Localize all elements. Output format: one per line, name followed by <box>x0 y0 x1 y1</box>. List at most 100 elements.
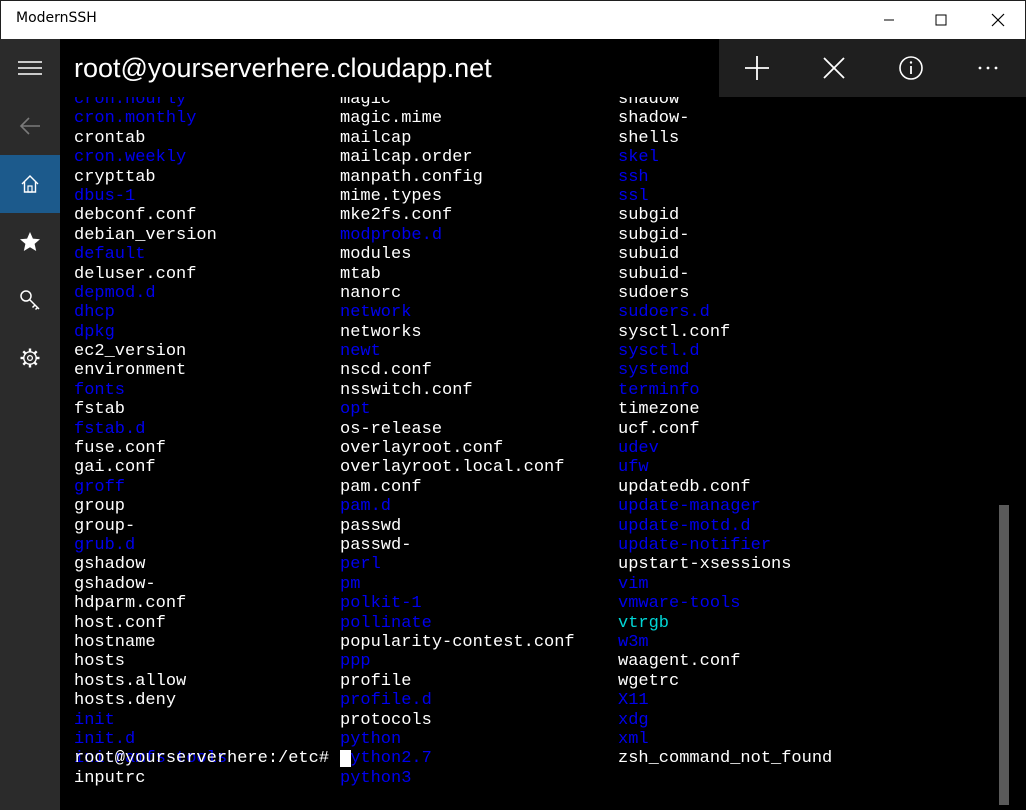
sidebar-item-home[interactable] <box>0 155 60 213</box>
listing-entry: terminfo <box>618 380 700 400</box>
info-button[interactable] <box>873 39 950 97</box>
listing-entry: overlayroot.local.conf <box>340 458 565 478</box>
listing-entry: pam.d <box>340 497 392 517</box>
listing-entry: mime.types <box>340 186 443 206</box>
listing-entry: host.conf <box>74 613 166 633</box>
listing-entry: os-release <box>340 419 443 439</box>
terminal-scrollbar[interactable] <box>996 97 1011 810</box>
listing-entry: environment <box>74 361 187 381</box>
listing-entry: ppp <box>340 652 371 672</box>
listing-entry: python3 <box>340 768 412 788</box>
sidebar-item-settings[interactable] <box>0 329 60 387</box>
close-icon <box>991 13 1005 27</box>
listing-entry: gai.conf <box>74 458 156 478</box>
window-title: ModernSSH <box>16 10 97 26</box>
listing-entry: network <box>340 303 412 323</box>
listing-entry: updatedb.conf <box>618 477 751 497</box>
listing-entry: pm <box>340 574 361 594</box>
close-button[interactable] <box>975 1 1021 39</box>
listing-entry: crypttab <box>74 167 156 187</box>
listing-entry: crontab <box>74 128 146 148</box>
home-icon <box>21 175 39 193</box>
listing-entry: wgetrc <box>618 671 680 691</box>
text-cursor <box>340 750 352 768</box>
listing-entry: profile.d <box>340 691 432 711</box>
listing-entry: sudoers.d <box>618 303 710 323</box>
listing-entry: update-manager <box>618 497 761 517</box>
listing-entry: vim <box>618 574 649 594</box>
terminal-output[interactable]: cron.hourly cron.monthly crontab cron.weekl… <box>60 39 1026 810</box>
listing-entry: subgid- <box>618 225 690 245</box>
maximize-icon <box>935 14 947 26</box>
listing-entry: popularity-contest.conf <box>340 632 575 652</box>
listing-entry: pam.conf <box>340 477 422 497</box>
listing-entry: mailcap.order <box>340 148 473 168</box>
session-toolbar <box>719 39 1026 97</box>
listing-entry: gshadow- <box>74 574 156 594</box>
listing-entry: mailcap <box>340 128 412 148</box>
listing-entry: grub.d <box>74 535 136 555</box>
listing-entry: newt <box>340 342 381 362</box>
listing-entry: sudoers <box>618 283 690 303</box>
listing-entry: xml <box>618 729 649 749</box>
listing-entry: manpath.config <box>340 167 483 187</box>
listing-entry: debian_version <box>74 225 217 245</box>
listing-entry: nanorc <box>340 283 402 303</box>
more-button[interactable] <box>949 39 1026 97</box>
listing-entry: ssl <box>618 186 649 206</box>
listing-entry: hdparm.conf <box>74 594 187 614</box>
new-session-button[interactable] <box>719 39 796 97</box>
listing-column-1: cron.hourly cron.monthly crontab cron.weekl… <box>74 90 227 788</box>
sidebar-item-back[interactable] <box>0 97 60 155</box>
listing-entry: upstart-xsessions <box>618 555 792 575</box>
listing-entry: sysctl.d <box>618 342 700 362</box>
listing-entry: init <box>74 710 115 730</box>
host-title: root@yourserverhere.cloudapp.net <box>74 53 492 83</box>
listing-entry: opt <box>340 400 371 420</box>
key-icon <box>20 290 40 311</box>
minimize-button[interactable] <box>866 1 912 39</box>
listing-entry: hosts.deny <box>74 691 177 711</box>
listing-entry: inputrc <box>74 768 146 788</box>
listing-entry: passwd <box>340 516 402 536</box>
listing-entry: polkit-1 <box>340 594 422 614</box>
listing-entry: hostname <box>74 632 156 652</box>
listing-entry: group- <box>74 516 136 536</box>
sidebar-item-favorites[interactable] <box>0 213 60 271</box>
listing-entry: cron.weekly <box>74 148 187 168</box>
info-icon <box>899 56 923 80</box>
listing-entry: perl <box>340 555 381 575</box>
listing-entry: sysctl.conf <box>618 322 731 342</box>
sidebar-item-keys[interactable] <box>0 271 60 329</box>
listing-entry: networks <box>340 322 422 342</box>
listing-column-3: shadow shadow-shells skel ssh ssl subgid subgi… <box>618 90 832 769</box>
x-icon <box>823 57 845 79</box>
listing-entry: pollinate <box>340 613 432 633</box>
listing-entry: X11 <box>618 691 649 711</box>
listing-entry: ufw <box>618 458 649 478</box>
listing-entry: magic.mime <box>340 109 443 129</box>
listing-column-2: magic magic.mime mailcap mailcap.order manpa… <box>340 90 575 788</box>
scrollbar-thumb[interactable] <box>999 505 1009 805</box>
listing-entry: zsh_command_not_found <box>618 749 833 769</box>
close-session-button[interactable] <box>796 39 873 97</box>
listing-entry: depmod.d <box>74 283 156 303</box>
listing-entry: overlayroot.conf <box>340 439 504 459</box>
maximize-button[interactable] <box>918 1 964 39</box>
listing-entry: update-notifier <box>618 535 772 555</box>
listing-entry: update-motd.d <box>618 516 751 536</box>
prompt-text: root@yourserverhere:/etc# <box>74 749 340 768</box>
listing-entry: hosts <box>74 652 126 672</box>
listing-entry: fstab.d <box>74 419 146 439</box>
listing-entry: dhcp <box>74 303 115 323</box>
plus-icon <box>745 56 770 80</box>
listing-entry: udev <box>618 439 659 459</box>
listing-entry: deluser.conf <box>74 264 197 284</box>
listing-entry: mtab <box>340 264 381 284</box>
title-bar: ModernSSH <box>0 0 1026 39</box>
terminal-prompt[interactable]: root@yourserverhere:/etc# <box>74 749 352 768</box>
listing-entry: fstab <box>74 400 126 420</box>
listing-entry: group <box>74 497 126 517</box>
listing-entry: ec2_version <box>74 342 187 362</box>
sidebar-item-menu[interactable] <box>0 39 60 97</box>
